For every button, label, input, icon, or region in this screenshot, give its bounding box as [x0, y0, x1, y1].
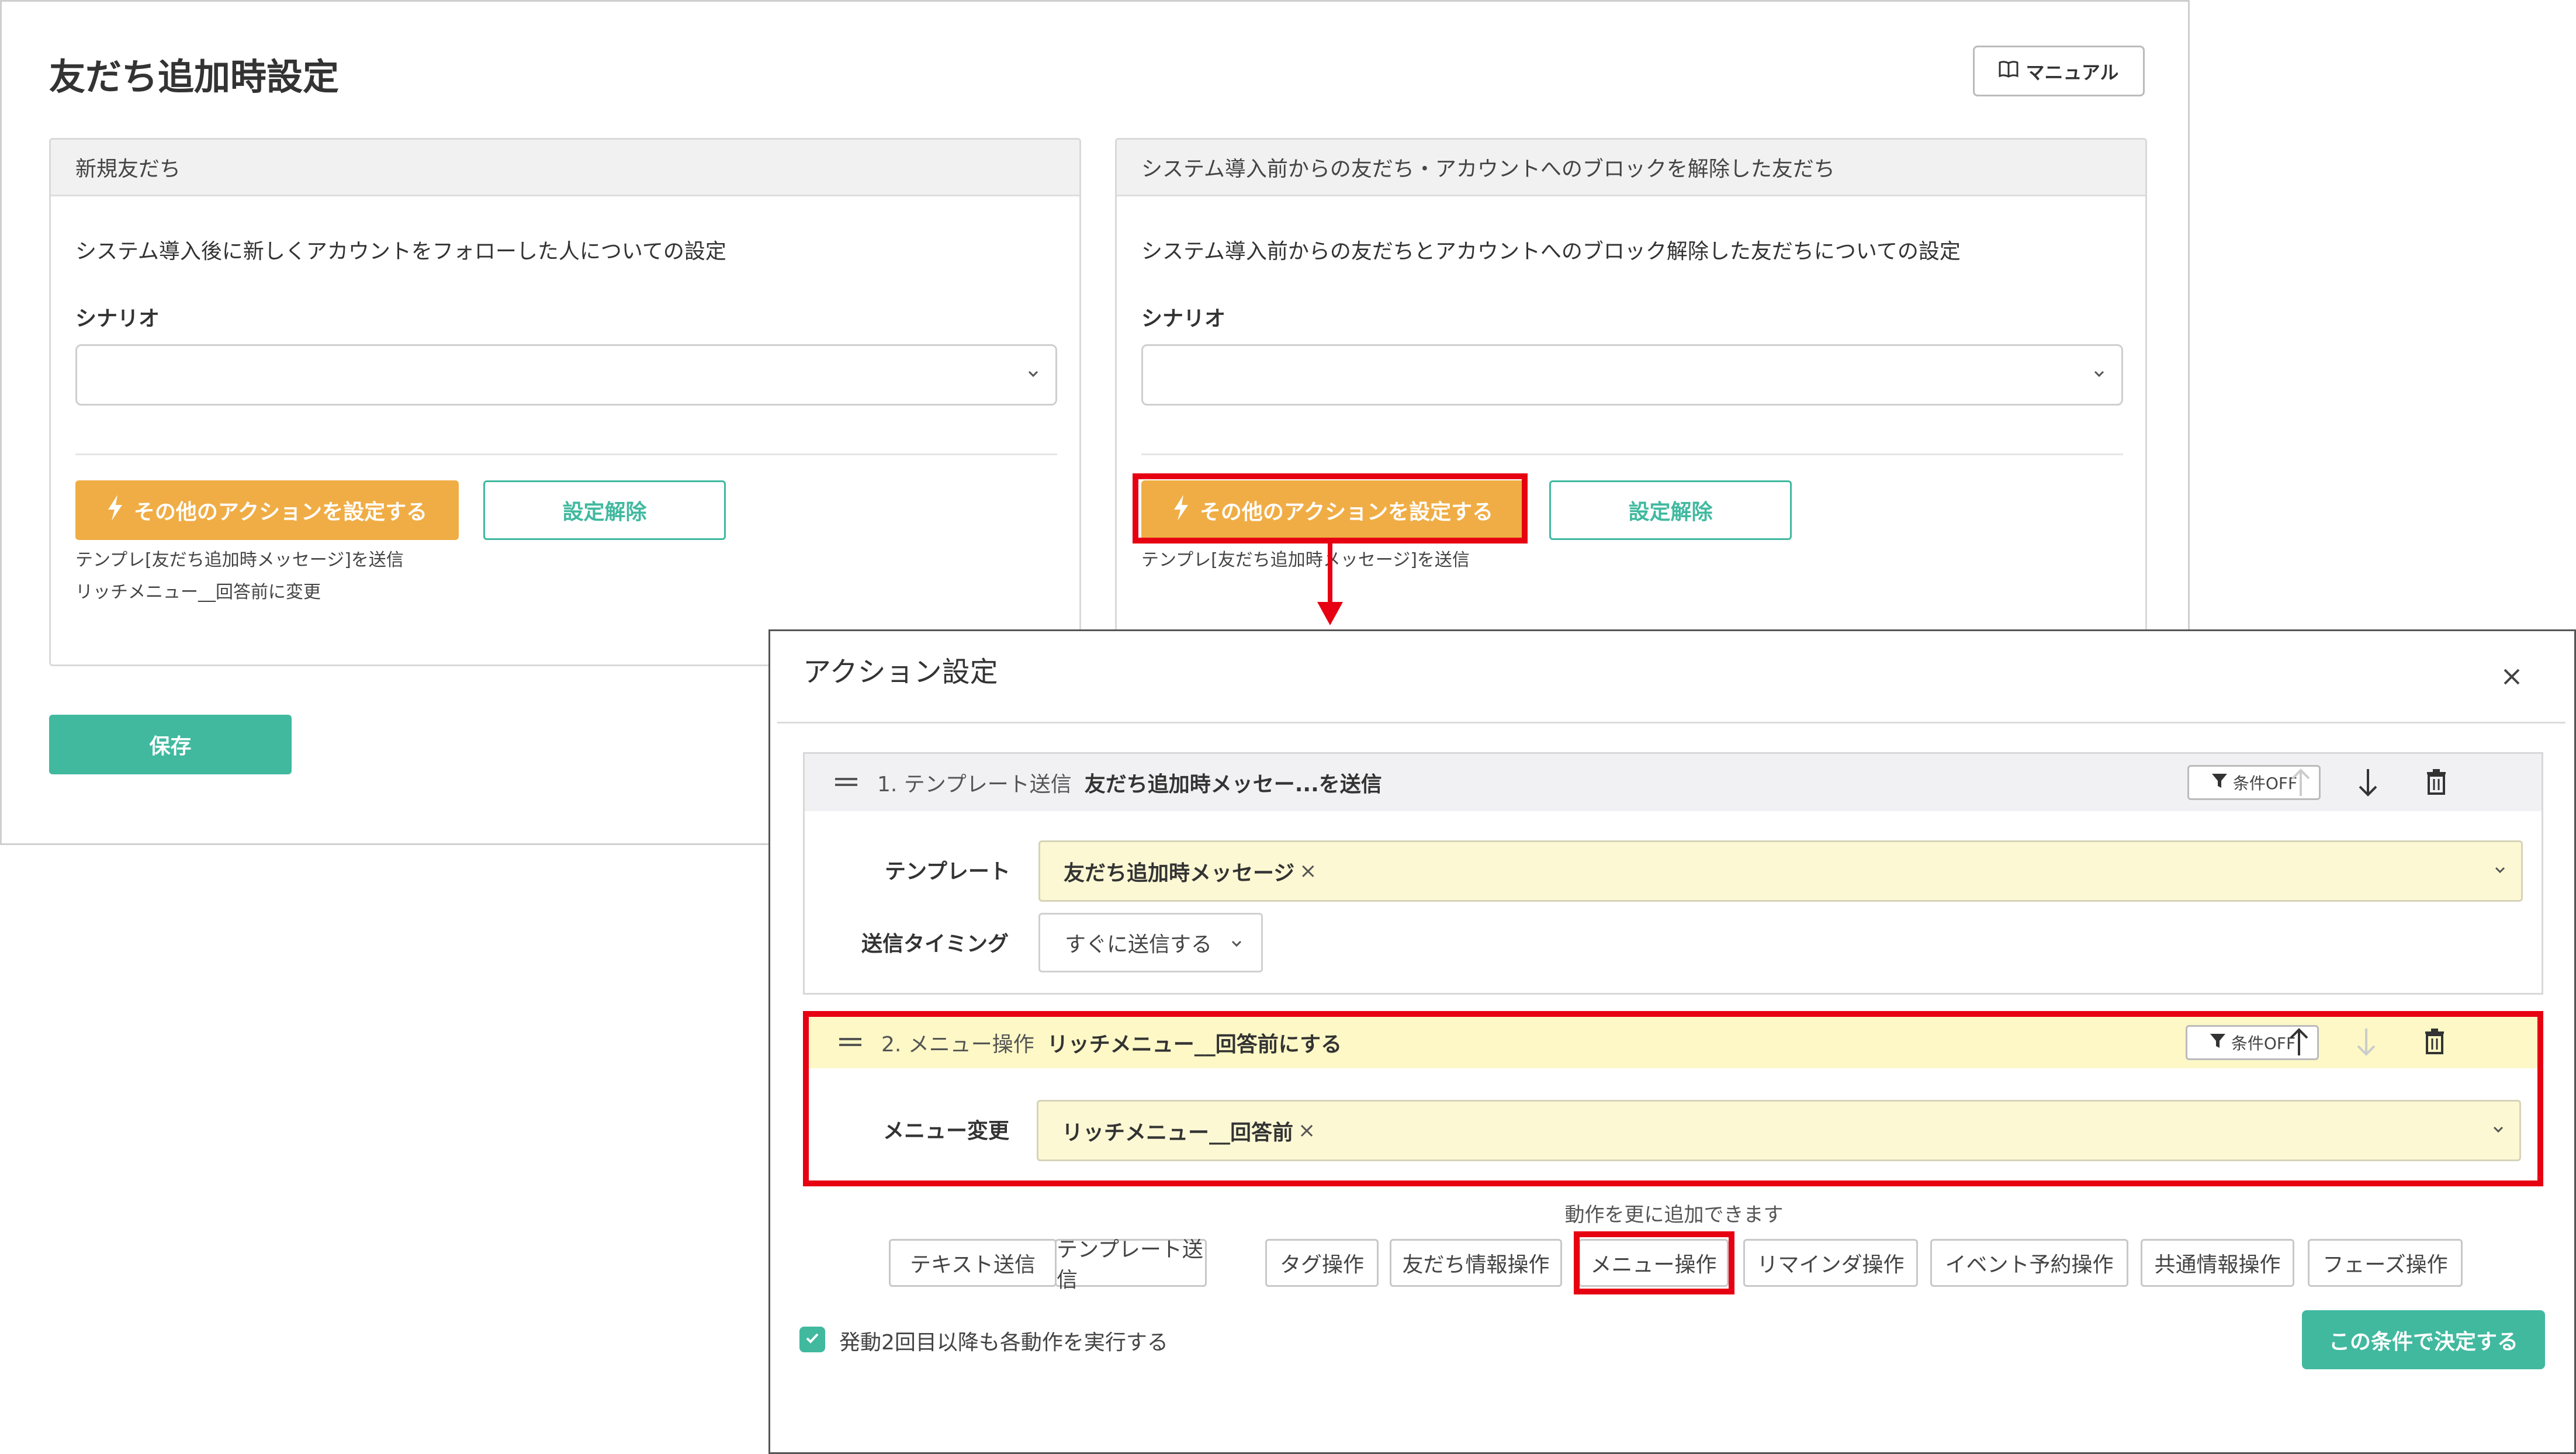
menu-change-label: メニュー変更: [883, 1119, 1010, 1143]
chevron-down-icon: [1228, 932, 1245, 961]
trash-icon[interactable]: [2426, 769, 2447, 800]
panel-description: システム導入前からの友だちとアカウントへのブロック解除した友だちについての設定: [1141, 240, 1961, 264]
panel-existing-friends: システム導入前からの友だち・アカウントへのブロックを解除した友だち システム導入…: [1115, 138, 2147, 666]
panel-header: 新規友だち: [51, 140, 1079, 196]
send-timing-select[interactable]: すぐに送信する: [1038, 913, 1263, 972]
panel-header: システム導入前からの友だち・アカウントへのブロックを解除した友だち: [1117, 140, 2145, 196]
divider: [777, 722, 2565, 723]
template-label: テンプレート: [885, 860, 1010, 884]
add-template-send-button[interactable]: テンプレート送信: [1055, 1238, 1207, 1292]
action-summary: テンプレ[友だち追加時メッセージ]を送信: [1141, 544, 1470, 576]
action-summary: 友だち追加時メッセー...を送信: [1084, 773, 1382, 797]
scenario-select[interactable]: [1141, 344, 2123, 406]
action-number: 2. メニュー操作: [881, 1033, 1034, 1057]
arrow-up-icon: [2289, 767, 2312, 804]
drag-handle-icon[interactable]: [839, 1031, 861, 1055]
summary-line: リッチメニュー__回答前に変更: [75, 582, 321, 603]
filter-icon: [2211, 772, 2228, 794]
reset-settings-button[interactable]: 設定解除: [1549, 480, 1792, 540]
page-title: 友だち追加時設定: [49, 56, 340, 98]
template-value: 友だち追加時メッセージ: [1064, 861, 1295, 885]
arrow-line: [1328, 543, 1332, 608]
add-event-booking-button[interactable]: イベント予約操作: [1930, 1239, 2128, 1287]
lightning-icon: [107, 494, 123, 526]
add-more-hint: 動作を更に追加できます: [1564, 1203, 1784, 1227]
scenario-select[interactable]: [75, 344, 1057, 406]
add-reminder-button[interactable]: リマインダ操作: [1743, 1239, 1918, 1287]
reset-settings-button[interactable]: 設定解除: [483, 480, 726, 540]
modal-title: アクション設定: [803, 656, 998, 688]
set-other-actions-button[interactable]: その他のアクションを設定する: [75, 480, 459, 540]
add-phase-button[interactable]: フェーズ操作: [2308, 1239, 2463, 1287]
book-icon: [1999, 60, 2018, 82]
drag-handle-icon[interactable]: [835, 771, 857, 795]
highlight-box: [1133, 473, 1528, 543]
panel-new-friends: 新規友だち システム導入後に新しくアカウントをフォローした人についての設定 シナ…: [49, 138, 1081, 666]
add-friend-info-button[interactable]: 友だち情報操作: [1390, 1239, 1562, 1287]
divider: [75, 453, 1057, 455]
filter-icon: [2209, 1032, 2227, 1054]
action-card: 1. テンプレート送信 友だち追加時メッセー...を送信 条件OFF テンプレー…: [803, 752, 2543, 995]
chevron-down-icon: [2091, 362, 2107, 388]
action-settings-modal: アクション設定 1. テンプレート送信 友だち追加時メッセー...を送信 条件O…: [768, 629, 2576, 1454]
action-header: 1. テンプレート送信 友だち追加時メッセー...を送信 条件OFF: [805, 754, 2542, 811]
divider: [1141, 453, 2123, 455]
repeat-checkbox[interactable]: [799, 1327, 825, 1352]
template-select[interactable]: 友だち追加時メッセージ ×: [1038, 840, 2523, 902]
action-number: 1. テンプレート送信: [877, 773, 1072, 797]
summary-line: テンプレ[友だち追加時メッセージ]を送信: [1141, 550, 1470, 570]
arrow-down-icon[interactable]: [2356, 767, 2380, 804]
action-button-label: その他のアクションを設定する: [133, 500, 428, 524]
remove-tag-icon[interactable]: ×: [1299, 859, 1317, 883]
remove-tag-icon[interactable]: ×: [1298, 1119, 1315, 1143]
send-timing-value: すぐに送信する: [1065, 933, 1213, 957]
condition-label: 条件OFF: [2232, 774, 2298, 793]
action-summary: リッチメニュー__回答前にする: [1047, 1033, 1342, 1057]
action-header: 2. メニュー操作 リッチメニュー__回答前にする 条件OFF: [809, 1017, 2537, 1068]
trash-icon[interactable]: [2424, 1029, 2445, 1060]
add-text-send-button[interactable]: テキスト送信: [889, 1239, 1057, 1287]
repeat-label: 発動2回目以降も各動作を実行する: [839, 1331, 1168, 1355]
confirm-button[interactable]: この条件で決定する: [2302, 1310, 2545, 1369]
condition-label: 条件OFF: [2231, 1034, 2296, 1053]
arrow-down-icon: [2355, 1026, 2378, 1063]
action-card: 2. メニュー操作 リッチメニュー__回答前にする 条件OFF メニュー変更 リ…: [803, 1011, 2543, 1186]
action-summary: テンプレ[友だち追加時メッセージ]を送信 リッチメニュー__回答前に変更: [75, 544, 404, 608]
add-tag-button[interactable]: タグ操作: [1265, 1239, 1379, 1287]
send-timing-label: 送信タイミング: [861, 932, 1009, 956]
chevron-down-icon: [2490, 1118, 2506, 1147]
arrow-up-icon[interactable]: [2287, 1026, 2311, 1063]
manual-button[interactable]: マニュアル: [1973, 46, 2145, 96]
check-icon: [804, 1330, 821, 1349]
close-icon[interactable]: [2500, 665, 2523, 691]
panel-description: システム導入後に新しくアカウントをフォローした人についての設定: [75, 240, 726, 264]
highlight-box: [1574, 1231, 1734, 1294]
manual-label: マニュアル: [2026, 61, 2119, 84]
scenario-label: シナリオ: [1141, 307, 1226, 331]
summary-line: テンプレ[友だち追加時メッセージ]を送信: [75, 550, 404, 570]
add-shared-info-button[interactable]: 共通情報操作: [2141, 1239, 2294, 1287]
chevron-down-icon: [2492, 858, 2508, 887]
chevron-down-icon: [1025, 362, 1041, 388]
save-button[interactable]: 保存: [49, 715, 292, 774]
scenario-label: シナリオ: [75, 307, 160, 331]
menu-change-select[interactable]: リッチメニュー__回答前 ×: [1037, 1100, 2521, 1161]
menu-change-value: リッチメニュー__回答前: [1062, 1120, 1294, 1145]
arrow-head: [1317, 602, 1343, 625]
